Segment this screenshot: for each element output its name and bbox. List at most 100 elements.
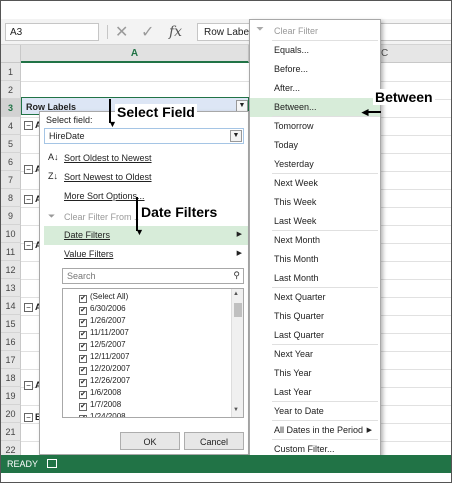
checkbox-checked-icon[interactable]: ✔	[79, 391, 87, 399]
submenu-item-last-month[interactable]: Last Month	[250, 269, 380, 288]
checkbox-item[interactable]: ✔ 12/26/2007	[79, 376, 130, 388]
submenu-item-next-month[interactable]: Next Month	[250, 231, 380, 250]
cancel-button[interactable]: Cancel	[184, 432, 244, 450]
expand-collapse-icon[interactable]: −	[24, 195, 33, 204]
checkbox-checked-icon[interactable]: ✔	[79, 295, 87, 303]
submenu-item-label: Today	[274, 140, 299, 150]
submenu-item-before[interactable]: Before...	[250, 60, 380, 79]
expand-collapse-icon[interactable]: −	[24, 165, 33, 174]
checkbox-checked-icon[interactable]: ✔	[79, 319, 87, 327]
ok-button[interactable]: OK	[120, 432, 180, 450]
row-header-19[interactable]: 19	[1, 387, 21, 405]
sort-oldest-to-newest-item[interactable]: A↓ Sort Oldest to Newest	[44, 149, 248, 168]
column-header-a[interactable]: A	[21, 45, 249, 63]
submenu-item-equals[interactable]: Equals...	[250, 41, 380, 60]
submenu-item-last-quarter[interactable]: Last Quarter	[250, 326, 380, 345]
scrollbar-thumb[interactable]	[234, 303, 242, 317]
submenu-item-next-year[interactable]: Next Year	[250, 345, 380, 364]
checkbox-item[interactable]: ✔1/24/2008	[79, 412, 126, 417]
row-header-1[interactable]: 1	[1, 63, 21, 81]
row-header-9[interactable]: 9	[1, 207, 21, 225]
checkbox-item[interactable]: ✔ (Select All)	[79, 292, 128, 304]
expand-collapse-icon[interactable]: −	[24, 241, 33, 250]
submenu-item-today[interactable]: Today	[250, 136, 380, 155]
submenu-item-last-year[interactable]: Last Year	[250, 383, 380, 402]
checkbox-item[interactable]: ✔ 1/6/2008	[79, 388, 121, 400]
checkbox-item[interactable]: ✔ 11/11/2007	[79, 328, 129, 340]
row-header-7[interactable]: 7	[1, 171, 21, 189]
row-header-3[interactable]: 3	[1, 99, 21, 117]
chevron-down-icon[interactable]: ▼	[230, 130, 242, 142]
menu-item-label: Clear Filter From ...	[64, 212, 142, 222]
macro-recording-icon[interactable]	[47, 459, 57, 468]
checkbox-label: 1/26/2007	[90, 316, 126, 325]
checkbox-checked-icon[interactable]: ✔	[79, 355, 87, 363]
submenu-item-this-quarter[interactable]: This Quarter	[250, 307, 380, 326]
submenu-item-after[interactable]: After...	[250, 79, 380, 98]
checkbox-item[interactable]: ✔ 1/7/2008	[79, 400, 121, 412]
checkbox-checked-icon[interactable]: ✔	[79, 379, 87, 387]
select-all-corner[interactable]	[1, 45, 21, 63]
submenu-item-last-week[interactable]: Last Week	[250, 212, 380, 231]
column-header-c[interactable]: C	[381, 45, 451, 63]
checkbox-checked-icon[interactable]: ✔	[79, 331, 87, 339]
value-filters-item[interactable]: Value Filters ▶	[44, 245, 248, 264]
expand-collapse-icon[interactable]: −	[24, 413, 33, 422]
submenu-item-this-week[interactable]: This Week	[250, 193, 380, 212]
row-header-21[interactable]: 21	[1, 423, 21, 441]
submenu-arrow-icon: ▶	[236, 231, 242, 238]
row-header-14[interactable]: 14	[1, 297, 21, 315]
checkbox-item[interactable]: ✔ 1/26/2007	[79, 316, 126, 328]
row-header-5[interactable]: 5	[1, 135, 21, 153]
submenu-item-label: Next Week	[274, 178, 318, 188]
submenu-item-tomorrow[interactable]: Tomorrow	[250, 117, 380, 136]
scrollbar[interactable]: ▲ ▼	[231, 289, 243, 417]
sort-newest-to-oldest-item[interactable]: Z↓ Sort Newest to Oldest	[44, 168, 248, 187]
checkbox-checked-icon[interactable]: ✔	[79, 307, 87, 315]
row-header-15[interactable]: 15	[1, 315, 21, 333]
fx-icon[interactable]: fx	[169, 24, 182, 40]
submenu-item-next-week[interactable]: Next Week	[250, 174, 380, 193]
menu-item-label: Sort Newest to Oldest	[64, 172, 152, 182]
submenu-item-yesterday[interactable]: Yesterday	[250, 155, 380, 174]
field-select[interactable]: HireDate ▼	[44, 128, 244, 144]
row-header-10[interactable]: 10	[1, 225, 21, 243]
submenu-item-this-year[interactable]: This Year	[250, 364, 380, 383]
row-header-4[interactable]: 4	[1, 117, 21, 135]
checkbox-checked-icon[interactable]: ✔	[79, 367, 87, 375]
row-header-11[interactable]: 11	[1, 243, 21, 261]
row-header-2[interactable]: 2	[1, 81, 21, 99]
submenu-item-year-to-date[interactable]: Year to Date	[250, 402, 380, 421]
submenu-item-label: Next Year	[274, 349, 314, 359]
row-header-12[interactable]: 12	[1, 261, 21, 279]
submenu-item-this-month[interactable]: This Month	[250, 250, 380, 269]
scroll-up-icon[interactable]: ▲	[233, 291, 239, 297]
checkbox-checked-icon[interactable]: ✔	[79, 415, 87, 417]
row-header-8[interactable]: 8	[1, 189, 21, 207]
checkbox-item[interactable]: ✔ 12/20/2007	[79, 364, 130, 376]
enter-icon[interactable]: ✓	[141, 22, 154, 41]
scroll-down-icon[interactable]: ▼	[233, 407, 239, 413]
search-input[interactable]: Search ⚲	[62, 268, 244, 284]
cancel-icon[interactable]: ✕	[115, 22, 128, 41]
row-header-16[interactable]: 16	[1, 333, 21, 351]
checkbox-checked-icon[interactable]: ✔	[79, 403, 87, 411]
checkbox-item[interactable]: ✔ 12/5/2007	[79, 340, 126, 352]
date-filters-item[interactable]: Date Filters ▶	[44, 226, 248, 245]
name-box[interactable]: A3	[5, 23, 99, 41]
value-checkbox-list[interactable]: ✔ (Select All) ✔ 6/30/2006 ✔ 1/26/2007 ✔ 11/11/…	[62, 288, 244, 418]
row-header-6[interactable]: 6	[1, 153, 21, 171]
expand-collapse-icon[interactable]: −	[24, 303, 33, 312]
expand-collapse-icon[interactable]: −	[24, 381, 33, 390]
expand-collapse-icon[interactable]: −	[24, 121, 33, 130]
checkbox-label: 12/20/2007	[90, 364, 131, 373]
submenu-item-next-quarter[interactable]: Next Quarter	[250, 288, 380, 307]
row-header-18[interactable]: 18	[1, 369, 21, 387]
row-header-17[interactable]: 17	[1, 351, 21, 369]
submenu-item-all-dates-in-the-period[interactable]: All Dates in the Period ▶	[250, 421, 380, 440]
row-header-20[interactable]: 20	[1, 405, 21, 423]
checkbox-checked-icon[interactable]: ✔	[79, 343, 87, 351]
checkbox-item[interactable]: ✔ 12/11/2007	[79, 352, 129, 364]
row-header-13[interactable]: 13	[1, 279, 21, 297]
checkbox-item[interactable]: ✔ 6/30/2006	[79, 304, 126, 316]
